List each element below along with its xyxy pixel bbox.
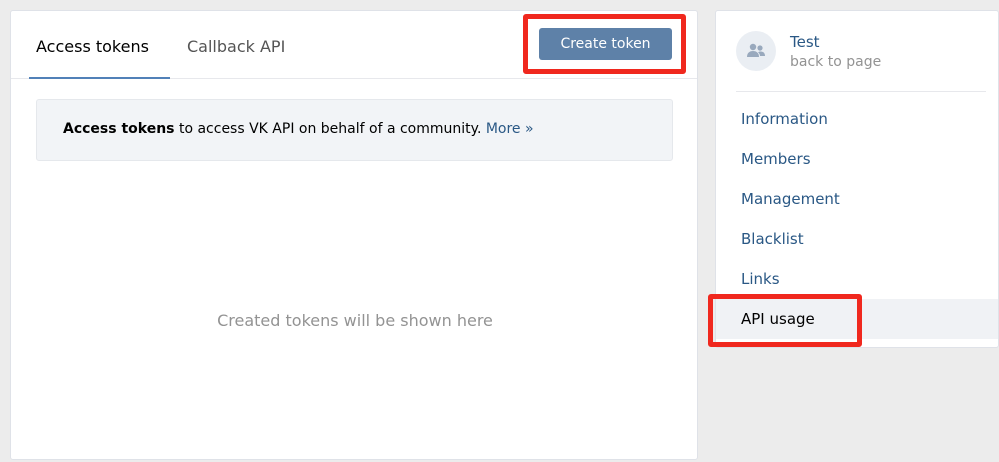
avatar[interactable]: [736, 31, 776, 71]
tab-access-tokens[interactable]: Access tokens: [36, 37, 149, 56]
info-text: to access VK API on behalf of a communit…: [174, 121, 486, 137]
more-link[interactable]: More »: [486, 121, 534, 137]
sidebar-item-information[interactable]: Information: [716, 99, 998, 139]
sidebar-card: Test back to page Information Members Ma…: [715, 10, 999, 348]
group-icon: [747, 43, 765, 57]
sidebar-divider: [736, 91, 986, 92]
back-to-page-link[interactable]: back to page: [790, 54, 881, 70]
empty-state-text: Created tokens will be shown here: [217, 311, 493, 330]
main-card: Access tokens Callback API Create token …: [10, 10, 698, 460]
sidebar-item-management[interactable]: Management: [716, 179, 998, 219]
active-tab-indicator: [29, 77, 170, 79]
tab-callback-api[interactable]: Callback API: [187, 37, 285, 56]
sidebar-item-api-usage[interactable]: API usage: [716, 299, 998, 339]
sidebar-item-links[interactable]: Links: [716, 259, 998, 299]
create-token-button[interactable]: Create token: [539, 28, 672, 60]
info-bold-text: Access tokens: [63, 121, 175, 137]
community-title[interactable]: Test: [790, 33, 820, 51]
info-banner: Access tokens to access VK API on behalf…: [36, 99, 673, 161]
sidebar-item-blacklist[interactable]: Blacklist: [716, 219, 998, 259]
page: Access tokens Callback API Create token …: [0, 0, 999, 462]
sidebar-header: Test back to page: [716, 11, 998, 91]
sidebar-item-members[interactable]: Members: [716, 139, 998, 179]
